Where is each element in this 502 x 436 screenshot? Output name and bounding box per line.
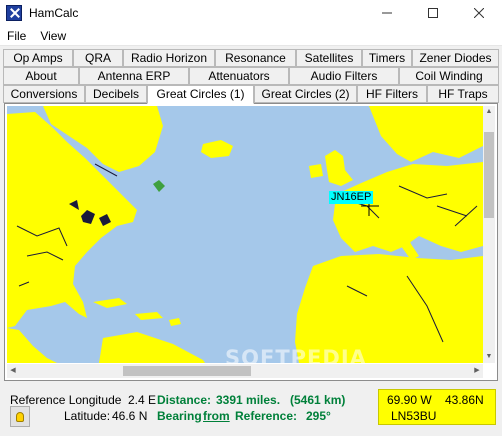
tab-audio-filters[interactable]: Audio Filters	[289, 67, 399, 85]
vertical-scrollbar[interactable]: ▲ ▼	[483, 106, 495, 363]
menu-bar: File View	[0, 26, 502, 46]
cursor-grid-locator: LN53BU	[391, 409, 437, 423]
horizontal-scroll-thumb[interactable]	[123, 366, 251, 376]
bearing-value: 295°	[306, 409, 331, 423]
cursor-latitude: 43.86N	[445, 393, 484, 407]
tab-zener-diodes[interactable]: Zener Diodes	[412, 49, 499, 67]
scroll-up-icon[interactable]: ▲	[483, 106, 495, 118]
tab-hf-filters[interactable]: HF Filters	[357, 85, 427, 103]
tab-hf-traps[interactable]: HF Traps	[427, 85, 499, 103]
ref-longitude-label: Reference Longitude	[10, 393, 122, 407]
lightbulb-icon	[16, 411, 24, 422]
cursor-position-box: 69.90 W 43.86N LN53BU	[378, 389, 496, 425]
map-graphic	[7, 106, 483, 363]
maximize-button[interactable]	[410, 0, 456, 26]
distance-miles: 3391 miles.	[216, 393, 281, 407]
tab-conversions[interactable]: Conversions	[3, 85, 85, 103]
hamcalc-app-icon	[6, 5, 22, 21]
cursor-longitude: 69.90 W	[387, 393, 432, 407]
tab-row-2: About Antenna ERP Attenuators Audio Filt…	[0, 67, 502, 85]
scroll-right-icon[interactable]: ▶	[471, 364, 483, 378]
bearing-prefix: Bearing	[157, 409, 202, 423]
scroll-down-icon[interactable]: ▼	[483, 351, 495, 363]
map-panel: JN16EP SOFTPEDIA ▲ ▼ ◀ ▶	[4, 103, 498, 381]
tab-qra[interactable]: QRA	[73, 49, 123, 67]
tab-about[interactable]: About	[3, 67, 79, 85]
tab-timers[interactable]: Timers	[362, 49, 412, 67]
latitude-value: 46.6 N	[112, 409, 148, 423]
menu-file[interactable]: File	[0, 26, 33, 46]
tab-row-1: Op Amps QRA Radio Horizon Resonance Sate…	[0, 49, 502, 67]
watermark: SOFTPEDIA	[225, 346, 367, 363]
tab-resonance[interactable]: Resonance	[215, 49, 296, 67]
tab-row-3: Conversions Decibels Great Circles (1) G…	[0, 85, 502, 104]
ref-longitude-value: 2.4 E	[128, 393, 157, 407]
tab-coil-winding[interactable]: Coil Winding	[399, 67, 499, 85]
close-button[interactable]	[456, 0, 502, 26]
tab-great-circles-2[interactable]: Great Circles (2)	[254, 85, 357, 103]
tab-radio-horizon[interactable]: Radio Horizon	[123, 49, 215, 67]
menu-view[interactable]: View	[33, 26, 73, 46]
minimize-icon	[382, 12, 392, 14]
tab-decibels[interactable]: Decibels	[85, 85, 147, 103]
minimize-button[interactable]	[364, 0, 410, 26]
help-button[interactable]	[10, 406, 30, 427]
locator-label: JN16EP	[329, 191, 374, 204]
title-bar: HamCalc	[0, 0, 502, 26]
window-title: HamCalc	[29, 6, 79, 20]
distance-label: Distance:	[157, 393, 212, 407]
distance-km: (5461 km)	[290, 393, 346, 407]
latitude-label: Latitude:	[64, 409, 111, 423]
vertical-scroll-thumb[interactable]	[484, 132, 494, 218]
bearing-from: from	[203, 409, 230, 423]
close-icon	[474, 8, 484, 18]
tab-op-amps[interactable]: Op Amps	[3, 49, 73, 67]
tab-satellites[interactable]: Satellites	[296, 49, 362, 67]
tab-attenuators[interactable]: Attenuators	[189, 67, 289, 85]
window-controls	[364, 0, 502, 26]
status-panel: Reference Longitude 2.4 E Latitude: 46.6…	[0, 387, 502, 436]
scroll-left-icon[interactable]: ◀	[7, 364, 19, 378]
tab-great-circles-1[interactable]: Great Circles (1)	[147, 85, 254, 104]
tab-antenna-erp[interactable]: Antenna ERP	[79, 67, 189, 85]
maximize-icon	[428, 8, 438, 18]
world-map[interactable]: JN16EP SOFTPEDIA	[7, 106, 483, 363]
bearing-suffix: Reference:	[235, 409, 298, 423]
horizontal-scrollbar[interactable]: ◀ ▶	[7, 364, 483, 378]
